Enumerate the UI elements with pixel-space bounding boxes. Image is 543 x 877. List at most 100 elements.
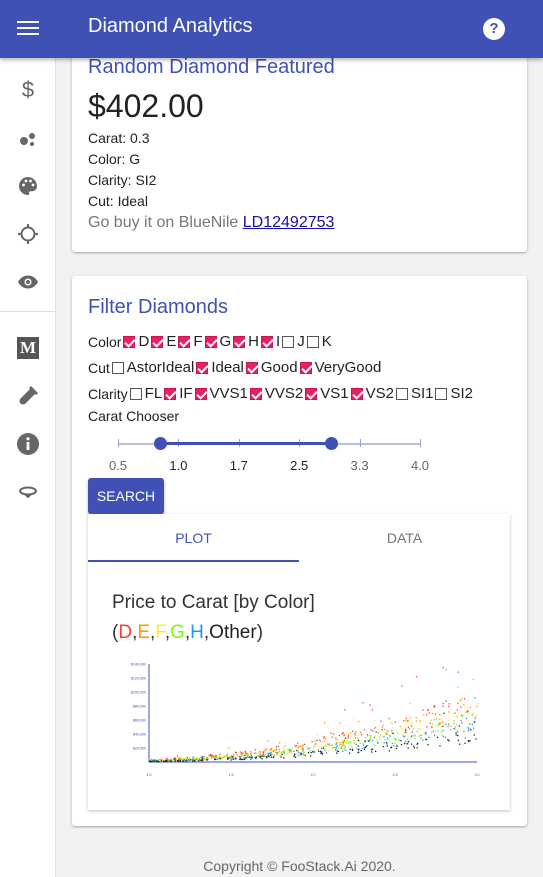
clarity-checkbox[interactable]: [129, 387, 142, 400]
scatter-point-g: [255, 752, 257, 755]
scatter-point-d: [434, 713, 437, 715]
scatter-point-f: [270, 750, 272, 752]
clarity-option-fl[interactable]: FL: [129, 385, 162, 402]
color-option-h[interactable]: H: [233, 333, 259, 350]
color-option-i[interactable]: I: [261, 333, 280, 350]
clarity-option-vvs2[interactable]: VVS2: [249, 385, 303, 402]
color-checkbox[interactable]: [178, 335, 191, 348]
cut-checkbox[interactable]: [196, 361, 209, 374]
scatter-point-h: [393, 745, 395, 747]
color-checkbox[interactable]: [204, 335, 217, 348]
scatter-point-h: [302, 749, 304, 751]
scatter-point-h: [196, 759, 198, 761]
clarity-option-si1[interactable]: SI1: [395, 385, 434, 402]
scatter-point-h: [404, 735, 406, 738]
clarity-checkbox[interactable]: [305, 387, 318, 400]
scatter-point-d: [293, 750, 295, 752]
clarity-checkbox[interactable]: [194, 387, 207, 400]
cut-checkbox[interactable]: [111, 361, 124, 374]
scatter-point-other: [255, 757, 257, 760]
color-option-f[interactable]: F: [178, 333, 203, 350]
scatter-point-other: [321, 751, 323, 753]
clarity-option-vvs1[interactable]: VVS1: [194, 385, 248, 402]
color-option-g[interactable]: G: [204, 333, 231, 350]
clarity-checkbox[interactable]: [249, 387, 262, 400]
sidebar-item-rotate[interactable]: [0, 472, 56, 512]
color-option-e[interactable]: E: [151, 333, 176, 350]
color-checkbox[interactable]: [123, 335, 136, 348]
scatter-point-h: [331, 744, 333, 746]
color-option-d[interactable]: D: [123, 333, 149, 350]
scatter-point-f: [401, 727, 403, 729]
clarity-checkbox[interactable]: [435, 387, 448, 400]
cut-checkbox[interactable]: [299, 361, 312, 374]
cut-option-ideal[interactable]: Ideal: [196, 359, 244, 376]
sidebar-item-target[interactable]: [0, 214, 56, 254]
carat-slider-max-thumb[interactable]: [325, 437, 338, 450]
scatter-point-h: [445, 723, 447, 725]
sidebar-item-medium[interactable]: M: [0, 328, 56, 368]
color-option-k[interactable]: K: [306, 333, 332, 350]
clarity-option-label: SI1: [410, 385, 434, 402]
scatter-point-h: [474, 697, 476, 699]
cut-checkbox[interactable]: [245, 361, 258, 374]
scatter-point-e: [298, 745, 300, 747]
scatter-point-g: [462, 714, 465, 716]
scatter-point-g: [416, 730, 419, 732]
color-option-j[interactable]: J: [282, 333, 305, 350]
sidebar-item-bubble[interactable]: [0, 118, 56, 158]
color-checkbox[interactable]: [306, 335, 319, 348]
scatter-point-f: [410, 723, 412, 725]
scatter-point-other: [174, 760, 176, 762]
color-option-label: I: [276, 333, 281, 350]
scatter-point-d: [381, 729, 383, 731]
search-button[interactable]: SEARCH: [88, 478, 164, 514]
color-checkbox[interactable]: [261, 335, 274, 348]
color-option-label: F: [193, 333, 203, 350]
cut-option-label: Ideal: [211, 359, 244, 376]
scatter-point-d: [330, 732, 332, 735]
cut-option-verygood[interactable]: VeryGood: [299, 359, 381, 376]
bluenile-link[interactable]: LD12492753: [243, 214, 335, 231]
scatter-point-g: [341, 741, 343, 743]
sidebar-item-lab[interactable]: [0, 376, 56, 416]
cut-filter-label: Cut: [88, 360, 110, 377]
clarity-checkbox[interactable]: [164, 387, 177, 400]
color-checkbox[interactable]: [233, 335, 246, 348]
help-icon[interactable]: ?: [483, 18, 505, 40]
scatter-point-f: [218, 755, 220, 758]
sidebar-item-palette[interactable]: [0, 166, 56, 206]
scatter-point-d: [254, 752, 256, 754]
cut-option-good[interactable]: Good: [245, 359, 298, 376]
scatter-point-f: [351, 737, 353, 739]
scatter-point-g: [394, 742, 396, 744]
scatter-point-f: [196, 757, 198, 759]
scatter-point-g: [359, 740, 361, 742]
clarity-checkbox[interactable]: [395, 387, 408, 400]
color-checkbox[interactable]: [151, 335, 164, 348]
clarity-option-si2[interactable]: SI2: [435, 385, 473, 402]
tab-data[interactable]: DATA: [299, 514, 510, 562]
sidebar-item-info[interactable]: [0, 424, 56, 464]
sidebar-item-price[interactable]: $: [0, 70, 56, 110]
cut-option-astorideal[interactable]: AstorIdeal: [111, 359, 194, 376]
scatter-point-other: [294, 756, 297, 758]
menu-icon[interactable]: [14, 17, 42, 41]
clarity-checkbox[interactable]: [350, 387, 363, 400]
scatter-point-other: [473, 721, 476, 723]
scatter-point-e: [214, 755, 216, 758]
scatter-point-d: [244, 750, 247, 753]
scatter-point-e: [359, 731, 362, 733]
legend-item-d: D: [118, 622, 133, 643]
sidebar-item-view[interactable]: [0, 262, 56, 302]
clarity-option-vs1[interactable]: VS1: [305, 385, 349, 402]
scatter-point-f: [345, 740, 347, 742]
x-tick-label: 1.5: [229, 773, 234, 777]
color-checkbox[interactable]: [282, 335, 295, 348]
clarity-option-if[interactable]: IF: [164, 385, 193, 402]
scatter-point-other: [280, 756, 282, 758]
clarity-option-vs2[interactable]: VS2: [350, 385, 394, 402]
scatter-point-d: [302, 744, 304, 746]
tab-plot[interactable]: PLOT: [88, 514, 299, 562]
carat-slider-min-thumb[interactable]: [154, 437, 167, 450]
